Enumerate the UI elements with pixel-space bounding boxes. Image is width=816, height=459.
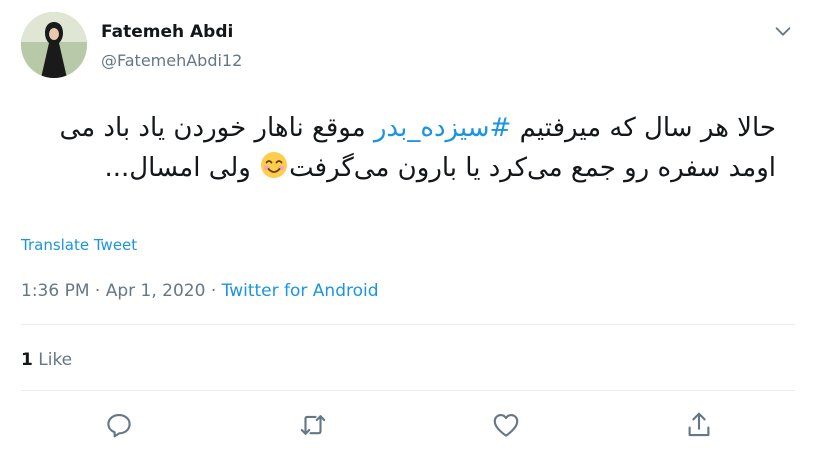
tweet-time[interactable]: 1:36 PM [21, 281, 90, 301]
likes-count[interactable]: 1 Like [21, 350, 72, 370]
tweet-source-link[interactable]: Twitter for Android [222, 281, 379, 301]
author-handle[interactable]: @FatemehAbdi12 [101, 51, 242, 70]
retweet-button[interactable] [298, 410, 328, 440]
reply-icon [107, 413, 131, 438]
tweet-text-part: ولی امسال... [104, 153, 260, 183]
divider [21, 324, 795, 325]
like-count-value: 1 [21, 350, 33, 370]
meta-separator: · [89, 281, 106, 301]
tweet-date[interactable]: Apr 1, 2020 [106, 281, 206, 301]
like-count-label: Like [38, 350, 73, 370]
chevron-down-icon[interactable] [772, 20, 794, 42]
share-icon [688, 412, 710, 437]
divider [21, 390, 795, 391]
smiling-emoji-icon [259, 150, 289, 180]
author-name[interactable]: Fatemeh Abdi [101, 22, 233, 42]
reply-button[interactable] [104, 410, 134, 440]
tweet-meta: 1:36 PM · Apr 1, 2020 · Twitter for Andr… [21, 281, 379, 301]
tweet-text: حالا هر سال که میرفتیم #سیزده_بدر موقع ن… [40, 108, 776, 188]
like-icon [493, 413, 519, 437]
avatar-image [21, 12, 87, 78]
share-button[interactable] [684, 410, 714, 440]
avatar[interactable] [21, 12, 87, 78]
like-button[interactable] [491, 410, 521, 440]
retweet-icon [300, 415, 326, 435]
meta-separator: · [205, 281, 222, 301]
hashtag-link[interactable]: #سیزده_بدر [374, 113, 511, 143]
translate-tweet-link[interactable]: Translate Tweet [21, 236, 137, 254]
tweet-text-part: حالا هر سال که میرفتیم [511, 113, 776, 143]
